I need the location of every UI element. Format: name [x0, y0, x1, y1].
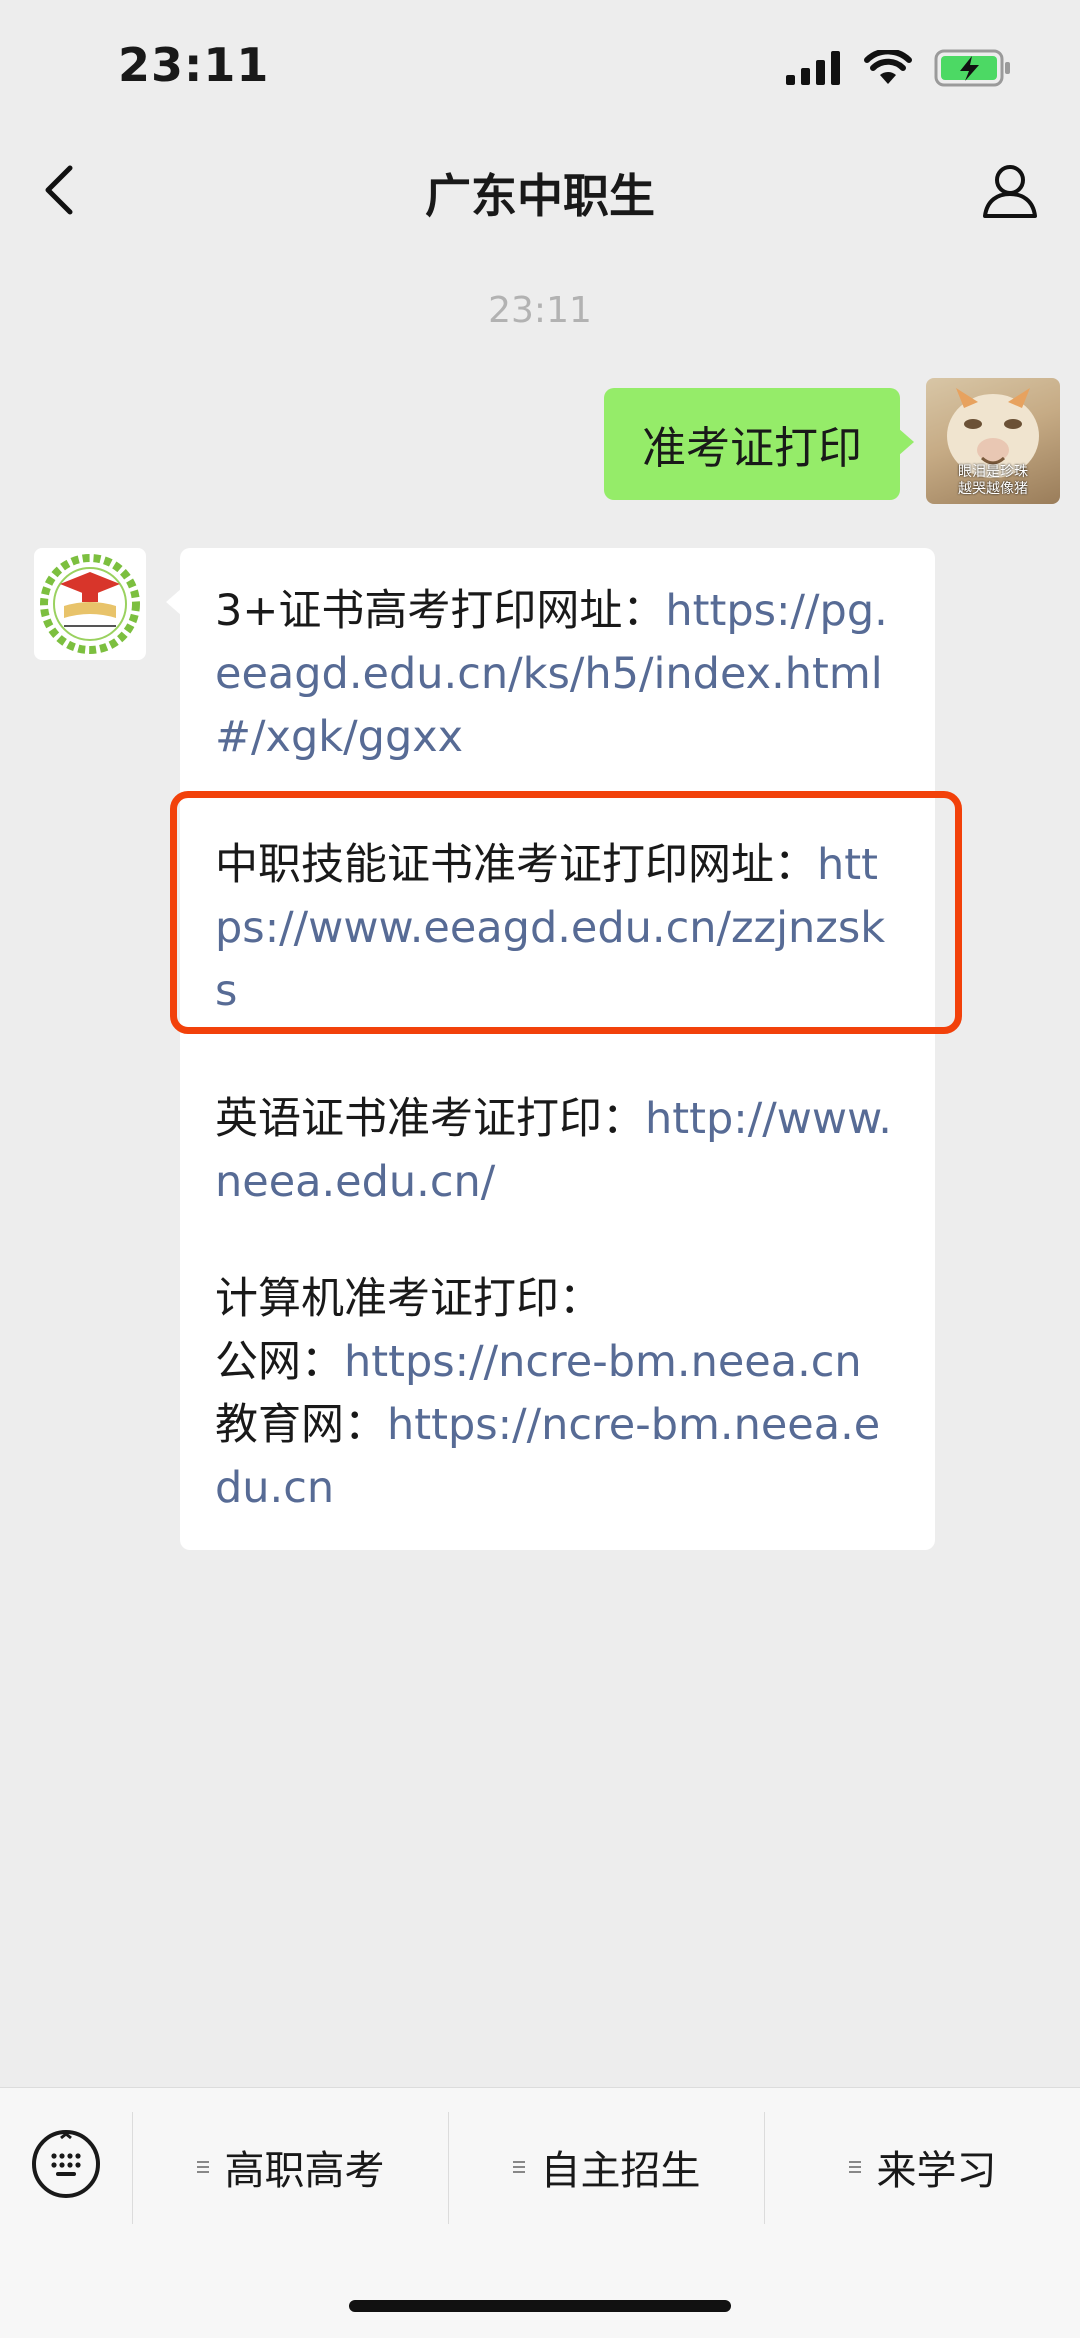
message-paragraph: 计算机准考证打印： 公网：https://ncre-bm.neea.cn 教育网…: [215, 1268, 905, 1520]
chat-timestamp: 23:11: [488, 290, 592, 331]
paragraph-heading: 计算机准考证打印：: [215, 1274, 602, 1324]
paragraph-label: 公网：: [215, 1337, 344, 1387]
signal-icon: [786, 51, 840, 85]
menu-item-gaozhi[interactable]: 高职高考: [133, 2122, 448, 2212]
menu-item-label: 自主招生: [540, 2148, 701, 2194]
profile-icon[interactable]: [980, 160, 1040, 220]
nav-bar: 广东中职生: [0, 140, 1080, 240]
paragraph-label: 英语证书准考证打印：: [215, 1094, 645, 1144]
sent-message-text: 准考证打印: [642, 423, 862, 474]
battery-icon: [934, 49, 1010, 87]
paragraph-label: 3+证书高考打印网址：: [215, 586, 666, 636]
school-logo-icon: [40, 554, 140, 654]
home-indicator[interactable]: [349, 2300, 731, 2312]
sender-avatar[interactable]: [34, 548, 146, 660]
status-icons: [786, 48, 1012, 88]
page-title: 广东中职生: [425, 169, 655, 223]
status-bar: 23:11: [0, 0, 1080, 140]
keyboard-icon[interactable]: [30, 2128, 102, 2200]
menu-lines-icon: [196, 2158, 209, 2176]
menu-lines-icon: [512, 2158, 525, 2176]
menu-item-label: 来学习: [876, 2148, 997, 2194]
my-avatar[interactable]: 眼泪是珍珠 越哭越像猪: [926, 378, 1060, 504]
paragraph-label: 教育网：: [215, 1400, 387, 1450]
sent-message-bubble[interactable]: 准考证打印: [604, 388, 914, 500]
status-time: 23:11: [118, 38, 270, 92]
my-avatar-caption: 眼泪是珍珠 越哭越像猪: [958, 464, 1028, 497]
wifi-icon: [864, 50, 912, 84]
link[interactable]: https://ncre-bm.neea.cn: [344, 1337, 862, 1387]
menu-item-xuexi[interactable]: 来学习: [765, 2122, 1080, 2212]
menu-lines-icon: [848, 2158, 861, 2176]
received-message-bubble[interactable]: 3+证书高考打印网址：https://pg.eeagd.edu.cn/ks/h5…: [166, 548, 935, 1550]
message-paragraph: 3+证书高考打印网址：https://pg.eeagd.edu.cn/ks/h5…: [215, 580, 905, 769]
message-paragraph: 英语证书准考证打印：http://www.neea.edu.cn/: [215, 1088, 905, 1214]
menu-item-label: 高职高考: [224, 2148, 385, 2194]
highlight-box: [170, 791, 962, 1034]
menu-item-zizhu[interactable]: 自主招生: [449, 2122, 764, 2212]
